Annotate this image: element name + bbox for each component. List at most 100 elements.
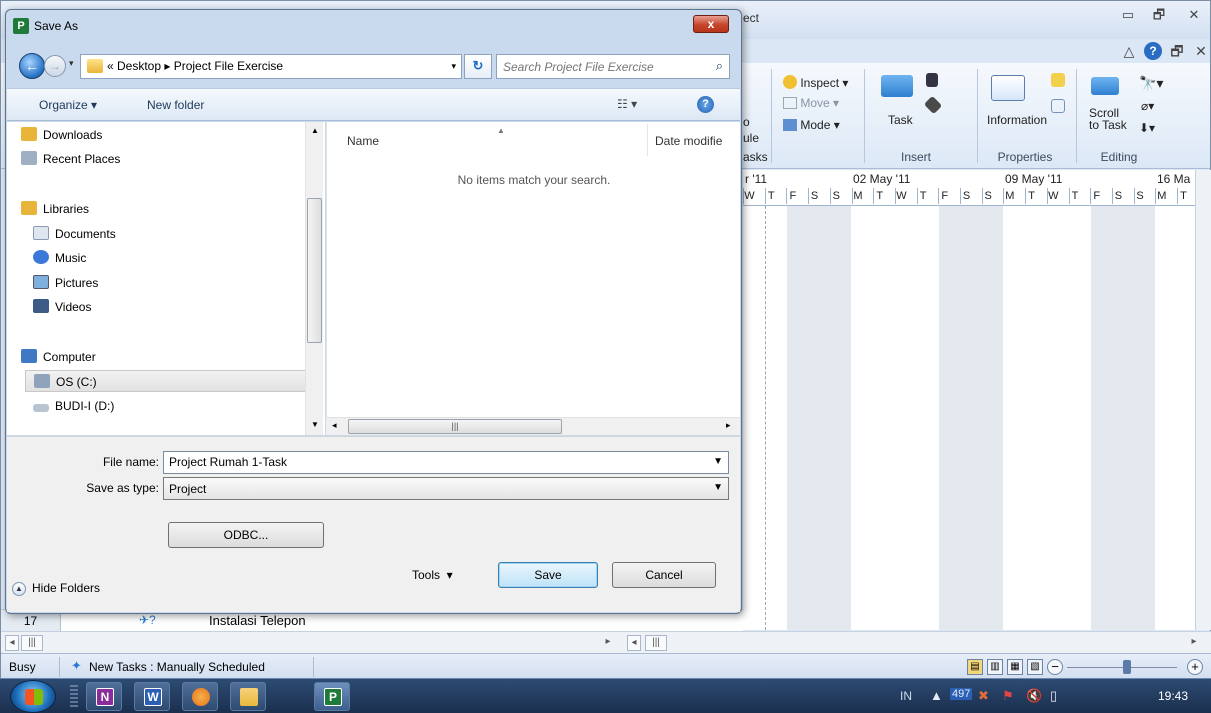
- tray-counter[interactable]: 497: [950, 688, 973, 700]
- volume-muted-icon[interactable]: 🔇: [1026, 688, 1042, 704]
- save-as-type-select[interactable]: Project ▼: [163, 477, 729, 500]
- taskbar-project[interactable]: P: [314, 682, 350, 711]
- notes-icon[interactable]: [1051, 73, 1065, 87]
- address-dropdown-icon[interactable]: ▾: [451, 61, 456, 72]
- new-tasks-mode[interactable]: New Tasks : Manually Scheduled: [89, 660, 265, 674]
- move-button[interactable]: Move ▾: [783, 96, 839, 110]
- file-list-scroll-thumb[interactable]: |||: [348, 419, 562, 434]
- restore-button[interactable]: 🗗: [1146, 5, 1172, 25]
- file-list-scrollbar[interactable]: ◂ ||| ▸: [326, 417, 740, 435]
- nav-item-libraries[interactable]: Libraries: [21, 198, 303, 220]
- gantt-view-icon[interactable]: ▤: [967, 659, 983, 675]
- odbc-button[interactable]: ODBC...: [168, 522, 324, 548]
- change-view-icon[interactable]: ☷ ▾: [617, 97, 637, 111]
- back-button[interactable]: ←: [19, 53, 45, 79]
- nav-item-videos[interactable]: Videos: [33, 296, 315, 318]
- column-header-name[interactable]: Name: [347, 134, 379, 148]
- zoom-in-icon[interactable]: +: [1187, 659, 1203, 675]
- find-icon[interactable]: 🔭▾: [1139, 75, 1163, 92]
- nav-item-budi-d[interactable]: BUDI-I (D:): [33, 395, 315, 417]
- nav-item-music[interactable]: Music: [33, 247, 315, 269]
- scroll-right-icon[interactable]: ▸: [726, 420, 731, 431]
- scroll-thumb[interactable]: |||: [21, 635, 43, 651]
- nav-item-downloads[interactable]: Downloads: [21, 124, 303, 146]
- scroll-right-icon[interactable]: ▸: [1187, 635, 1201, 651]
- taskbar-word[interactable]: W: [134, 682, 170, 711]
- restore-doc-icon[interactable]: 🗗: [1167, 41, 1187, 61]
- search-box[interactable]: ⌕: [496, 54, 730, 79]
- minimize-ribbon-icon[interactable]: △: [1119, 41, 1139, 61]
- scroll-thumb[interactable]: |||: [645, 635, 667, 651]
- nav-item-recent-places[interactable]: Recent Places: [21, 148, 303, 170]
- gantt-chart[interactable]: r '11 02 May '11 09 May '11 16 Ma WTFSSM…: [743, 170, 1211, 630]
- address-bar[interactable]: « Desktop ▸ Project File Exercise ▾: [80, 54, 462, 79]
- action-center-icon[interactable]: ⚑: [1002, 688, 1014, 704]
- milestone-icon[interactable]: [926, 73, 938, 87]
- column-divider[interactable]: [647, 124, 648, 156]
- clear-icon[interactable]: ⌀▾: [1141, 99, 1154, 113]
- nav-pane-scrollbar[interactable]: ▲ ▼: [305, 122, 323, 435]
- search-input[interactable]: [503, 58, 693, 75]
- recent-locations-dropdown[interactable]: ▾: [69, 58, 74, 69]
- taskbar-firefox[interactable]: [182, 682, 218, 711]
- hide-folders-button[interactable]: Hide Folders: [32, 581, 100, 595]
- nav-item-documents[interactable]: Documents: [33, 223, 315, 245]
- dialog-close-button[interactable]: x: [693, 15, 729, 33]
- nav-item-pictures[interactable]: Pictures: [33, 272, 315, 294]
- mode-button[interactable]: Mode ▾: [783, 118, 840, 132]
- network-icon[interactable]: ✖: [978, 688, 989, 704]
- task-usage-view-icon[interactable]: ▥: [987, 659, 1003, 675]
- task-button[interactable]: Task: [888, 113, 913, 127]
- file-name-field[interactable]: ▼: [163, 451, 729, 474]
- scroll-right-icon[interactable]: ▸: [601, 635, 615, 651]
- deliverable-icon[interactable]: [923, 95, 943, 115]
- save-button[interactable]: Save: [498, 562, 598, 588]
- new-folder-button[interactable]: New folder: [147, 98, 204, 112]
- horizontal-scrollbar[interactable]: ◂ ||| ▸ ◂ ||| ▸: [1, 631, 1211, 653]
- resource-sheet-view-icon[interactable]: ▧: [1027, 659, 1043, 675]
- refresh-button[interactable]: ↻: [464, 54, 492, 79]
- minimize-button[interactable]: ▭: [1115, 5, 1141, 25]
- fill-icon[interactable]: ⬇▾: [1139, 121, 1155, 135]
- zoom-slider[interactable]: [1067, 667, 1177, 668]
- zoom-out-icon[interactable]: −: [1047, 659, 1063, 675]
- forward-button[interactable]: →: [44, 55, 66, 77]
- details-icon[interactable]: [1051, 99, 1065, 113]
- information-button[interactable]: Information: [987, 113, 1047, 127]
- search-icon[interactable]: ⌕: [716, 58, 723, 74]
- battery-icon[interactable]: ▯: [1050, 688, 1057, 704]
- scroll-down-icon[interactable]: ▼: [311, 420, 319, 429]
- zoom-slider-thumb[interactable]: [1123, 660, 1131, 674]
- scroll-up-icon[interactable]: ▲: [311, 126, 319, 135]
- chevron-down-icon[interactable]: ▼: [713, 482, 723, 493]
- file-name-input[interactable]: [169, 455, 689, 469]
- nav-item-os-c[interactable]: OS (C:): [25, 370, 307, 392]
- nav-item-computer[interactable]: Computer: [21, 346, 303, 368]
- scroll-left-icon[interactable]: ◂: [5, 635, 19, 651]
- file-list[interactable]: ▲ Name Date modifie No items match your …: [326, 122, 740, 417]
- help-icon[interactable]: ?: [1144, 42, 1162, 60]
- taskbar-explorer[interactable]: [230, 682, 266, 711]
- chevron-up-icon[interactable]: ▲: [12, 582, 26, 596]
- organize-button[interactable]: Organize ▾: [39, 98, 97, 112]
- scroll-left-icon[interactable]: ◂: [332, 420, 337, 431]
- gantt-vertical-scrollbar[interactable]: [1195, 170, 1211, 630]
- clock[interactable]: 19:43: [1158, 689, 1188, 703]
- dialog-help-icon[interactable]: ?: [697, 96, 714, 113]
- language-indicator[interactable]: IN: [900, 689, 912, 703]
- team-planner-view-icon[interactable]: ▦: [1007, 659, 1023, 675]
- inspect-button[interactable]: Inspect ▾: [783, 75, 848, 90]
- close-doc-icon[interactable]: ✕: [1191, 41, 1211, 61]
- cancel-button[interactable]: Cancel: [612, 562, 716, 588]
- chevron-down-icon[interactable]: ▼: [713, 456, 723, 467]
- scroll-left-icon[interactable]: ◂: [627, 635, 641, 651]
- address-path[interactable]: « Desktop ▸ Project File Exercise: [107, 59, 283, 73]
- tools-menu-button[interactable]: Tools ▾: [412, 568, 453, 582]
- close-app-button[interactable]: ✕: [1181, 5, 1207, 25]
- nav-pane-scroll-thumb[interactable]: [307, 198, 322, 343]
- start-button[interactable]: [10, 680, 56, 713]
- taskbar-onenote[interactable]: N: [86, 682, 122, 711]
- scroll-to-task-button[interactable]: Scroll to Task: [1089, 107, 1127, 131]
- column-header-date[interactable]: Date modifie: [655, 134, 722, 148]
- show-hidden-icons[interactable]: ▲: [930, 688, 943, 703]
